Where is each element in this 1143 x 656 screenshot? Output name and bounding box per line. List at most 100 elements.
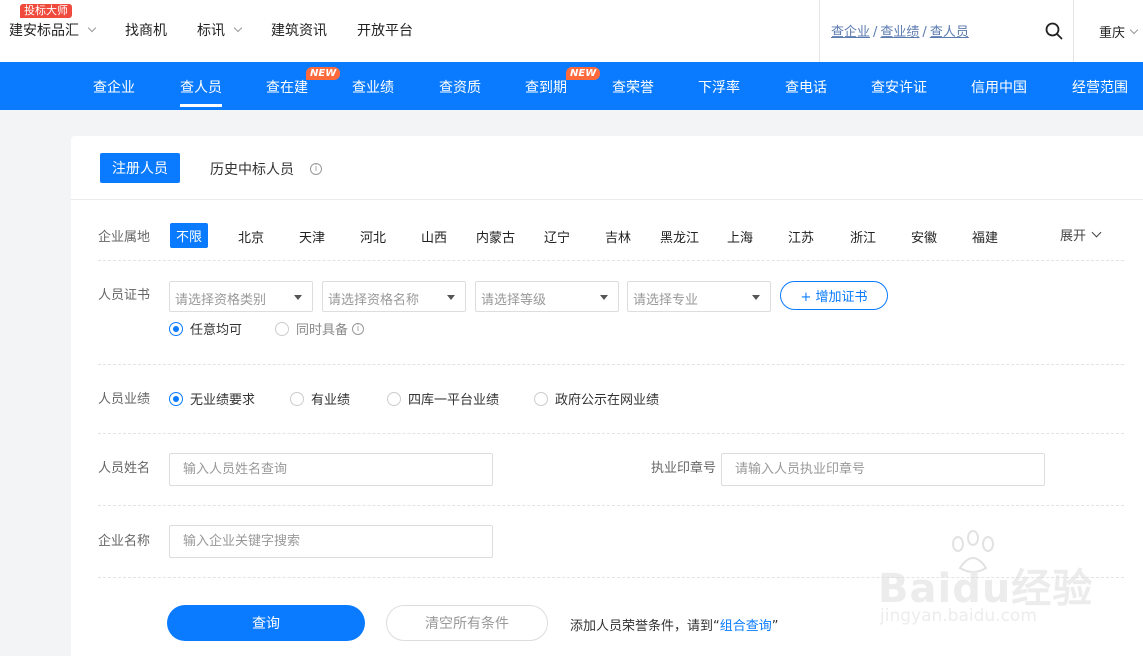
search-link-personnel[interactable]: 查人员: [930, 25, 969, 40]
nav-tab-qualification[interactable]: 查资质: [439, 77, 481, 97]
tab-registered-personnel[interactable]: 注册人员: [100, 153, 180, 183]
hint-text: 添加人员荣誉条件，请到“: [570, 619, 720, 634]
nav-tab-company[interactable]: 查企业: [93, 77, 135, 97]
nav-opportunities[interactable]: 找商机: [125, 20, 167, 40]
cert-mode-any-radio[interactable]: 任意均可: [169, 319, 242, 338]
chevron-down-icon: [1091, 227, 1102, 238]
radio-dot: [169, 321, 183, 336]
cert-specialty-select[interactable]: 请选择专业: [627, 281, 771, 312]
select-placeholder: 请选择资格名称: [328, 293, 420, 308]
region-option[interactable]: 河北: [360, 227, 386, 246]
certificate-label: 人员证书: [98, 288, 151, 303]
cert-name-select[interactable]: 请选择资格名称: [322, 281, 466, 312]
cert-mode-all-radio[interactable]: 同时具备 i: [275, 319, 365, 338]
radio-dot: [169, 391, 183, 406]
region-option[interactable]: 安徽: [911, 227, 937, 246]
clear-all-button[interactable]: 清空所有条件: [386, 605, 548, 641]
dropdown-arrow-icon: [600, 295, 608, 300]
nav-tab-expiry[interactable]: 查到期: [525, 77, 567, 97]
perf-has-radio[interactable]: 有业绩: [290, 389, 350, 408]
combo-query-link[interactable]: 组合查询: [720, 619, 772, 634]
radio-label: 同时具备: [296, 323, 349, 338]
person-name-field[interactable]: [169, 453, 493, 486]
promo-badge[interactable]: 投标大师: [20, 4, 72, 18]
chevron-down-icon: [1129, 25, 1139, 34]
brand-label: 建安标品汇: [9, 23, 79, 39]
nav-tab-personnel[interactable]: 查人员: [180, 77, 222, 107]
combo-query-hint: 添加人员荣誉条件，请到“组合查询”: [570, 615, 779, 634]
nav-tab-performance[interactable]: 查业绩: [352, 77, 394, 97]
nav-label: 找商机: [125, 23, 167, 39]
region-option[interactable]: 北京: [238, 227, 264, 246]
expand-label: 展开: [1060, 229, 1087, 244]
nav-tab-honors[interactable]: 查荣誉: [612, 77, 654, 97]
hint-text: ”: [771, 619, 779, 634]
person-name-label: 人员姓名: [98, 461, 151, 476]
divider: [71, 199, 1143, 200]
tab-historical-winners[interactable]: 历史中标人员: [210, 159, 294, 179]
row-divider: [98, 364, 1124, 365]
region-option[interactable]: 辽宁: [544, 227, 570, 246]
nav-label: 开放平台: [357, 23, 413, 39]
chevron-down-icon: [233, 23, 243, 33]
region-option[interactable]: 江苏: [788, 227, 814, 246]
select-placeholder: 请选择资格类别: [175, 293, 267, 308]
separator: /: [873, 25, 878, 40]
info-icon[interactable]: i: [310, 163, 322, 175]
company-name-field[interactable]: [169, 525, 493, 558]
region-option-all[interactable]: 不限: [170, 223, 209, 248]
company-name-input[interactable]: [170, 526, 492, 557]
perf-gov-public-radio[interactable]: 政府公示在网业绩: [534, 389, 659, 408]
region-option[interactable]: 天津: [299, 227, 325, 246]
info-icon[interactable]: i: [352, 322, 365, 335]
company-name-label: 企业名称: [98, 534, 151, 549]
region-option[interactable]: 黑龙江: [660, 227, 699, 246]
seal-number-field[interactable]: [721, 453, 1045, 486]
city-selector[interactable]: 重庆: [1099, 22, 1139, 41]
region-option[interactable]: 福建: [972, 227, 998, 246]
cert-level-select[interactable]: 请选择等级: [475, 281, 619, 312]
nav-bid-news[interactable]: 标讯: [197, 20, 243, 40]
search-icon[interactable]: [1045, 22, 1063, 40]
nav-tab-business-scope[interactable]: 经营范围: [1072, 77, 1128, 97]
dropdown-arrow-icon: [752, 295, 760, 300]
expand-regions-button[interactable]: 展开: [1060, 225, 1102, 244]
region-option[interactable]: 浙江: [850, 227, 876, 246]
nav-tab-in-construction[interactable]: 查在建: [266, 77, 308, 97]
nav-tab-phone[interactable]: 查电话: [785, 77, 827, 97]
region-option[interactable]: 山西: [421, 227, 447, 246]
radio-dot: [275, 321, 289, 336]
person-name-input[interactable]: [170, 454, 492, 485]
new-badge: NEW: [306, 67, 341, 80]
perf-none-radio[interactable]: 无业绩要求: [169, 389, 255, 408]
nav-tab-discount-rate[interactable]: 下浮率: [698, 77, 740, 97]
search-shortcuts: 查企业 / 查业绩 / 查人员: [831, 21, 969, 40]
global-search[interactable]: 查企业 / 查业绩 / 查人员: [819, 0, 1074, 62]
perf-four-libs-radio[interactable]: 四库一平台业绩: [387, 389, 499, 408]
region-label: 企业属地: [98, 230, 151, 245]
nav-tab-credit-china[interactable]: 信用中国: [971, 77, 1027, 97]
region-option[interactable]: 吉林: [605, 227, 631, 246]
new-badge: NEW: [566, 67, 601, 80]
nav-label: 标讯: [197, 23, 225, 39]
radio-label: 有业绩: [311, 393, 351, 408]
chevron-down-icon: [87, 23, 97, 33]
performance-label: 人员业绩: [98, 392, 151, 407]
region-option[interactable]: 内蒙古: [476, 227, 515, 246]
add-certificate-button[interactable]: + 增加证书: [780, 281, 888, 310]
nav-label: 建筑资讯: [271, 23, 327, 39]
dropdown-arrow-icon: [447, 295, 455, 300]
cert-category-select[interactable]: 请选择资格类别: [169, 281, 313, 312]
query-button[interactable]: 查询: [167, 605, 365, 641]
city-label: 重庆: [1099, 26, 1126, 41]
region-option[interactable]: 上海: [727, 227, 753, 246]
nav-open-platform[interactable]: 开放平台: [357, 20, 413, 40]
seal-number-input[interactable]: [722, 454, 1044, 485]
search-link-company[interactable]: 查企业: [831, 25, 870, 40]
brand-menu[interactable]: 建安标品汇: [9, 20, 97, 40]
search-link-performance[interactable]: 查业绩: [880, 25, 919, 40]
top-header: 投标大师 建安标品汇 找商机 标讯 建筑资讯 开放平台 查企业 / 查业绩 / 查人员 …: [0, 0, 1143, 62]
seal-number-label: 执业印章号: [651, 461, 717, 476]
nav-construction-news[interactable]: 建筑资讯: [271, 20, 327, 40]
nav-tab-safety-license[interactable]: 查安许证: [871, 77, 927, 97]
